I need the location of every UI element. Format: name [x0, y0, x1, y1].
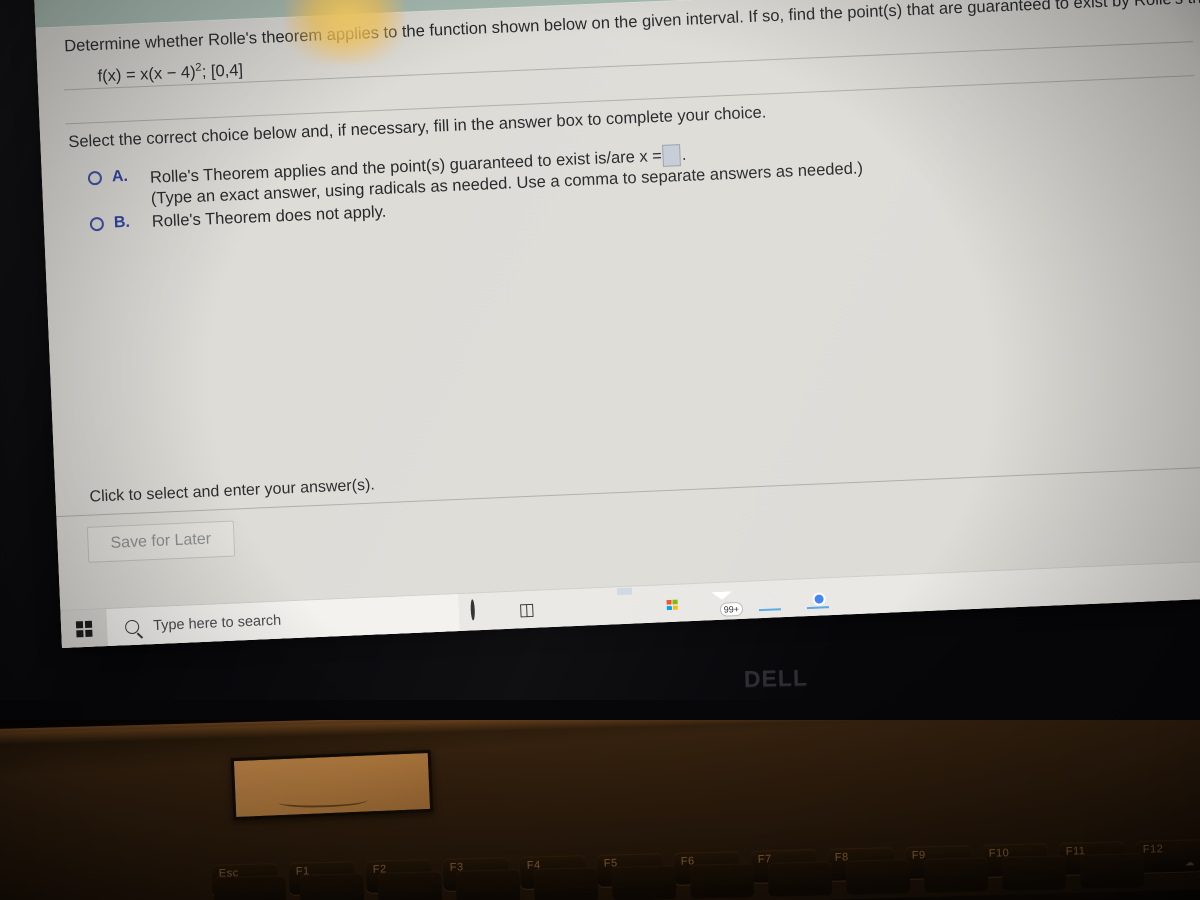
dell-logo: DELL [744, 662, 905, 700]
google-chrome-icon[interactable] [806, 586, 829, 610]
radio-choice-b[interactable] [89, 216, 105, 232]
choice-b-letter: B. [113, 213, 131, 232]
keyboard-key-row2 [1079, 853, 1145, 889]
windows-logo-icon [75, 620, 93, 638]
sticker-scribble [278, 795, 368, 808]
keyboard-key-row2 [299, 873, 365, 900]
keyboard-key-row2 [611, 865, 677, 900]
keyboard-key-row2 [533, 867, 599, 900]
mail-icon[interactable]: 99+ [710, 590, 744, 617]
steam-icon[interactable] [758, 588, 782, 612]
key-label: F12 [1142, 843, 1164, 856]
function-expression: f(x) = x(x − 4) [97, 63, 197, 86]
mail-unread-badge: 99+ [719, 601, 744, 617]
search-placeholder: Type here to search [152, 612, 282, 635]
choice-a-letter: A. [111, 167, 129, 186]
keyboard-key-row2 [377, 871, 443, 900]
keyboard-key-row2 [767, 861, 833, 897]
file-explorer-icon[interactable] [614, 594, 637, 617]
radio-choice-a[interactable] [87, 170, 103, 186]
question-panel: Determine whether Rolle's theorem applie… [35, 0, 1200, 649]
answer-input-box[interactable] [662, 144, 682, 167]
keyboard-key-row2 [455, 869, 521, 900]
microsoft-edge-icon[interactable] [566, 596, 589, 619]
save-for-later-button[interactable]: Save for Later [86, 520, 235, 563]
keyboard-key-row2 [689, 863, 755, 899]
function-interval: ; [0,4] [201, 61, 244, 81]
microsoft-store-icon[interactable] [662, 592, 685, 615]
keyboard-key-row2 [845, 859, 911, 895]
photo-of-laptop-screen: EscF1🔈F2🔉F3🔊F4⏮F5⏯F6⏭F7F8⌨F9ⓅF10☁F11☀F12… [0, 0, 1200, 900]
laptop-lcd-screen: This Question: 1 pt 11 of 15 Determine w… [31, 0, 1200, 649]
choice-a-text-after-box: . [681, 145, 687, 165]
key-label: F9 [911, 849, 926, 862]
keyboard-key-row2 [213, 875, 287, 900]
keyboard-key-f12[interactable]: F12 ☁ [1135, 839, 1200, 873]
task-view-icon[interactable]: ◫ [518, 599, 541, 622]
search-icon [124, 619, 140, 635]
start-button[interactable] [60, 609, 109, 649]
keyboard-key-row2 [1001, 855, 1067, 891]
keyboard-key-row2 [923, 857, 989, 893]
screen-content: This Question: 1 pt 11 of 15 Determine w… [31, 0, 1200, 649]
cortana-icon[interactable] [470, 599, 493, 624]
laptop-keyboard: EscF1🔈F2🔉F3🔊F4⏮F5⏯F6⏭F7F8⌨F9ⓅF10☁F11☀F12… [0, 810, 1200, 900]
dell-logo-text: DELL [743, 664, 809, 692]
answer-hint-text: Click to select and enter your answer(s)… [89, 476, 376, 506]
key-function-icon: ☁ [1185, 857, 1195, 868]
